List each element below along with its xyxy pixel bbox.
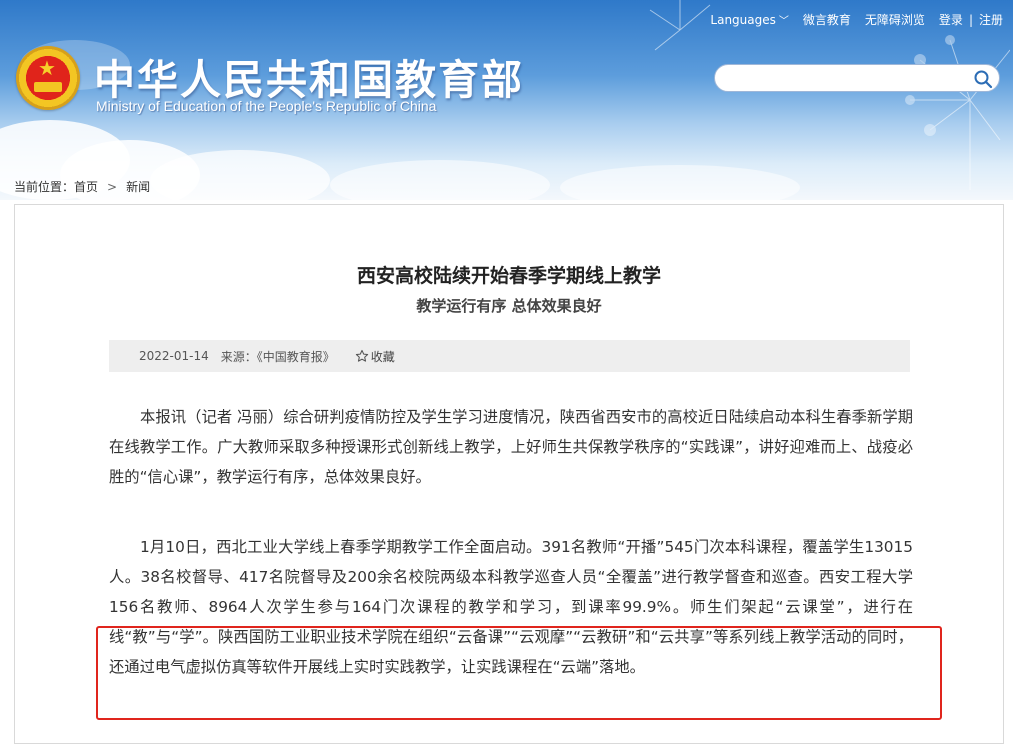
weiyan-link[interactable]: 微言教育 <box>803 11 851 28</box>
emblem-gate-icon <box>34 82 62 92</box>
star-outline-icon <box>355 349 368 362</box>
breadcrumb-home-link[interactable]: 首页 <box>74 178 98 195</box>
cloud-decoration <box>330 160 550 200</box>
cloud-decoration <box>560 165 800 200</box>
highlight-annotation-box <box>96 626 942 720</box>
favorite-label: 收藏 <box>370 349 395 364</box>
article-title: 西安高校陆续开始春季学期线上教学 <box>356 265 661 287</box>
register-link[interactable]: 注册 <box>979 11 1003 28</box>
national-emblem-icon[interactable]: ★ <box>16 46 80 110</box>
article-subtitle: 教学运行有序 总体效果良好 <box>416 297 602 315</box>
site-title[interactable]: 中华人民共和国教育部 <box>94 46 524 106</box>
dandelion-decoration <box>649 0 711 51</box>
breadcrumb-label: 当前位置： <box>14 180 75 194</box>
top-nav: Languages ﹀ 微言教育 无障碍浏览 登录 | 注册 <box>696 11 1003 28</box>
search-icon[interactable] <box>973 69 993 89</box>
emblem-star-icon: ★ <box>38 56 56 80</box>
breadcrumb: 当前位置： 首页 > 新闻 <box>14 178 150 195</box>
search-box[interactable] <box>714 64 1000 92</box>
dandelion-decoration <box>905 35 1010 190</box>
languages-label: Languages <box>710 13 776 27</box>
article-source: 来源：《中国教育报》 <box>220 349 335 364</box>
search-input[interactable] <box>727 69 971 89</box>
chevron-down-icon: ﹀ <box>778 16 789 27</box>
login-link[interactable]: 登录 <box>939 11 963 28</box>
cloud-decoration <box>150 150 330 200</box>
accessibility-link[interactable]: 无障碍浏览 <box>865 11 925 28</box>
article-paragraph: 本报讯（记者 冯丽）综合研判疫情防控及学生学习进度情况，陕西省西安市的高校近日陆… <box>109 408 913 486</box>
publish-date: 2022-01-14 <box>139 349 209 363</box>
breadcrumb-current-link[interactable]: 新闻 <box>126 178 150 195</box>
site-header: ★ 中华人民共和国教育部 Ministry of Education of th… <box>0 0 1013 200</box>
languages-menu[interactable]: Languages ﹀ <box>710 12 788 27</box>
article-meta-bar: 2022-01-14 来源：《中国教育报》 收藏 <box>109 340 910 372</box>
nav-separator: | <box>968 12 973 27</box>
breadcrumb-arrow-icon: > <box>107 179 118 194</box>
favorite-button[interactable]: 收藏 <box>355 348 395 365</box>
site-subtitle: Ministry of Education of the People's Re… <box>96 98 437 114</box>
